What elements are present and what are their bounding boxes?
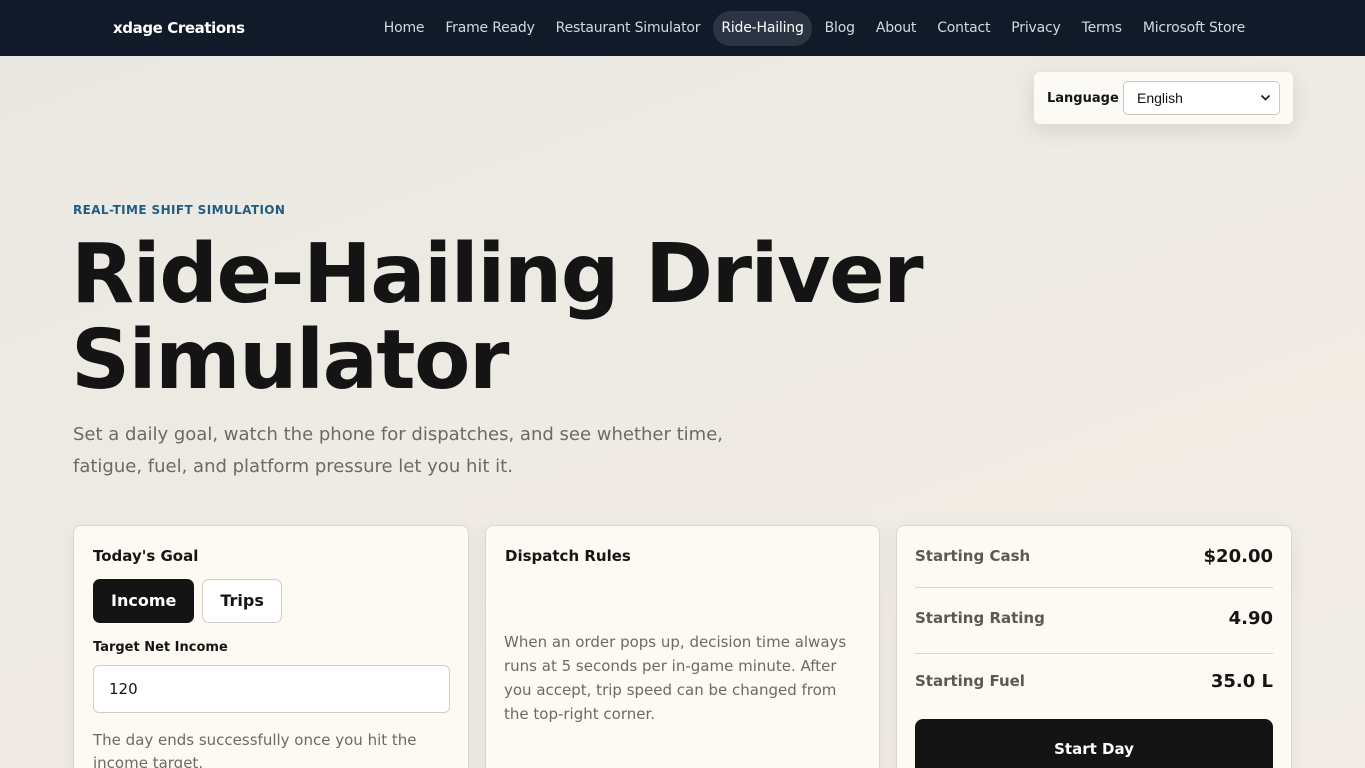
nav-contact[interactable]: Contact [929, 11, 998, 46]
nav-ride-hailing[interactable]: Ride-Hailing [713, 11, 812, 46]
goal-card-title: Today's Goal [93, 547, 199, 565]
goal-card-note: The day ends successfully once you hit t… [93, 731, 417, 768]
goal-mode-toggle: Income Trips [93, 579, 282, 623]
main-nav: Home Frame Ready Restaurant Simulator Ri… [371, 11, 1253, 46]
target-income-input[interactable]: 120 [93, 665, 450, 713]
stat-label-cash: Starting Cash [915, 547, 1031, 565]
dispatch-rules-title: Dispatch Rules [505, 547, 631, 565]
stat-label-fuel: Starting Fuel [915, 672, 1025, 690]
nav-frame-ready[interactable]: Frame Ready [437, 11, 542, 46]
goal-card: Today's Goal Income Trips Target Net Inc… [73, 525, 469, 768]
stat-value-fuel: 35.0 L [1210, 671, 1273, 692]
dispatch-rules-card: Dispatch Rules When an order pops up, de… [485, 525, 880, 768]
chevron-down-icon [1260, 82, 1271, 127]
nav-about[interactable]: About [868, 11, 924, 46]
hero-kicker: REAL-TIME SHIFT SIMULATION [73, 203, 286, 217]
hero-subtitle: Set a daily goal, watch the phone for di… [73, 424, 724, 477]
nav-home[interactable]: Home [376, 11, 433, 46]
nav-restaurant-simulator[interactable]: Restaurant Simulator [548, 11, 709, 46]
stat-value-cash: $20.00 [1203, 546, 1273, 567]
top-navigation-bar: xdage Creations Home Frame Ready Restaur… [0, 0, 1365, 56]
nav-terms[interactable]: Terms [1074, 11, 1130, 46]
nav-blog[interactable]: Blog [817, 11, 863, 46]
stat-label-rating: Starting Rating [915, 609, 1045, 627]
stat-row-cash: Starting Cash $20.00 [915, 526, 1273, 588]
nav-microsoft-store[interactable]: Microsoft Store [1135, 11, 1253, 46]
start-day-card: Starting Cash $20.00 Starting Rating 4.9… [896, 525, 1292, 768]
language-panel: Language English [1034, 72, 1293, 124]
language-selected-value: English [1137, 90, 1183, 106]
language-select[interactable]: English [1123, 81, 1280, 115]
language-label: Language [1047, 91, 1119, 106]
nav-privacy[interactable]: Privacy [1003, 11, 1068, 46]
page-title-line-1: Ride-Hailing Driver [71, 227, 924, 322]
start-day-button[interactable]: Start Day [915, 719, 1273, 768]
target-income-label: Target Net Income [93, 640, 228, 655]
goal-mode-trips-button[interactable]: Trips [202, 579, 282, 623]
stat-value-rating: 4.90 [1228, 608, 1273, 629]
stat-row-rating: Starting Rating 4.90 [915, 592, 1273, 654]
dispatch-rules-text: When an order pops up, decision time alw… [504, 633, 847, 723]
goal-mode-income-button[interactable]: Income [93, 579, 195, 623]
brand-logo-text[interactable]: xdage Creations [113, 19, 245, 37]
page-title: Ride-Hailing Driver Simulator [71, 232, 971, 404]
page-title-line-2: Simulator [71, 313, 509, 408]
stat-row-fuel: Starting Fuel 35.0 L [915, 654, 1273, 716]
